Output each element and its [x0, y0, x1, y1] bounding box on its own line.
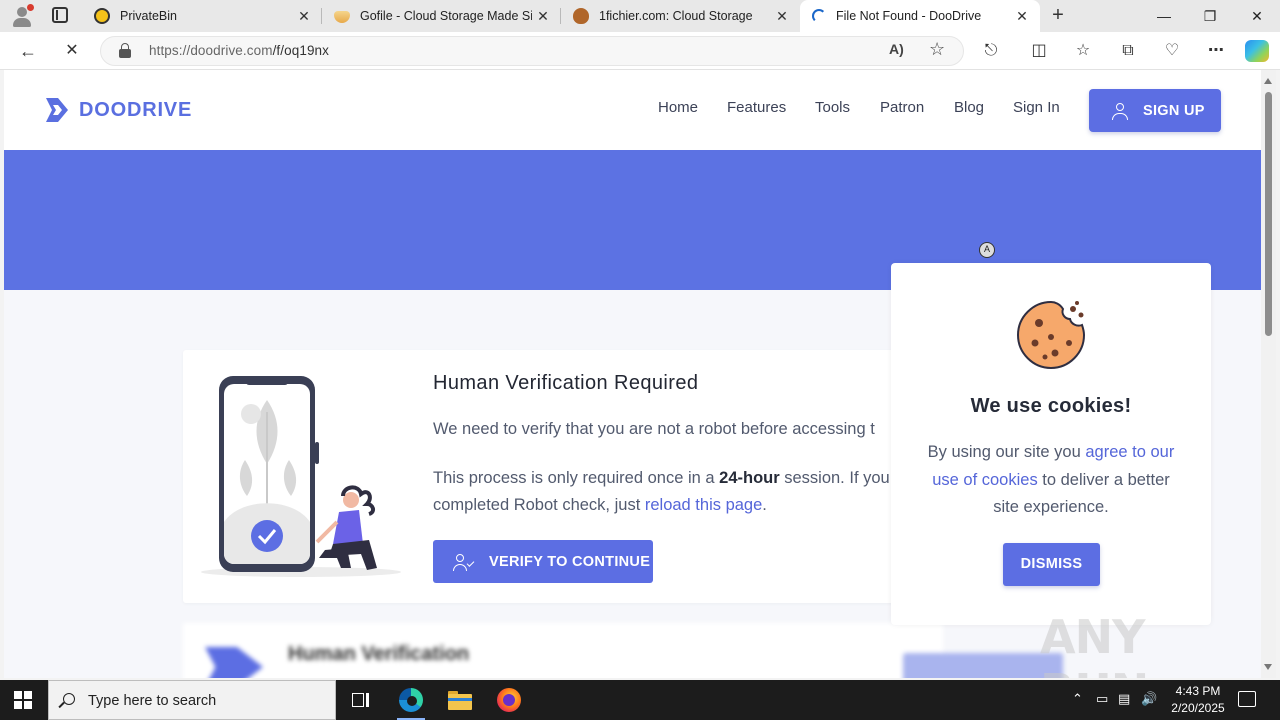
vertical-scrollbar[interactable] — [1261, 70, 1276, 678]
cookie-consent-popup: We use cookies! By using our site you ag… — [891, 263, 1211, 625]
volume-icon[interactable]: 🔊 — [1141, 691, 1157, 707]
phone-verification-illustration — [201, 376, 401, 577]
site-header: DOODRIVE Home Features Tools Patron Blog… — [4, 70, 1261, 150]
browser-tab-privatebin[interactable]: PrivateBin ✕ — [82, 0, 322, 32]
logo-text: DOODRIVE — [79, 98, 193, 121]
scroll-up-arrow-icon[interactable] — [1264, 78, 1272, 84]
scroll-down-arrow-icon[interactable] — [1264, 664, 1272, 670]
task-view-icon[interactable] — [346, 686, 374, 714]
extensions-icon[interactable]: ⎋ — [980, 40, 1002, 62]
copilot-icon[interactable] — [1245, 40, 1269, 62]
sign-up-label: SIGN UP — [1143, 102, 1205, 119]
site-logo[interactable]: DOODRIVE — [44, 96, 192, 124]
blurred-verification-card: Human Verification — [183, 623, 1063, 678]
favorite-star-icon[interactable]: ☆ — [929, 39, 945, 60]
1fichier-favicon-icon — [573, 8, 589, 24]
file-explorer-icon[interactable] — [446, 686, 474, 714]
network-icon[interactable]: ▤ — [1118, 691, 1130, 707]
tab-title: File Not Found - DooDrive — [836, 9, 982, 23]
split-screen-icon[interactable]: ◫ — [1028, 40, 1050, 62]
search-placeholder: Type here to search — [88, 693, 217, 709]
lock-icon[interactable] — [119, 43, 131, 58]
doodrive-logo-icon — [46, 98, 68, 122]
tab-title: Gofile - Cloud Storage Made Sim — [360, 9, 532, 23]
user-check-icon — [453, 553, 475, 571]
reload-page-link[interactable]: reload this page — [645, 496, 762, 514]
doodrive-logo-icon — [205, 647, 263, 678]
tab-close-icon[interactable]: ✕ — [296, 8, 312, 24]
windows-taskbar: Type here to search ⌃ ▭ ▤ 🔊 4:43 PM 2/20… — [0, 680, 1280, 720]
firefox-icon[interactable] — [495, 686, 523, 714]
page-viewport: DOODRIVE Home Features Tools Patron Blog… — [4, 70, 1261, 678]
nav-patron[interactable]: Patron — [880, 99, 924, 116]
nav-home[interactable]: Home — [658, 99, 698, 116]
cookie-title: We use cookies! — [970, 395, 1132, 417]
tab-actions-icon[interactable] — [52, 7, 68, 23]
anyrun-watermark: ANY RUN — [1040, 610, 1149, 678]
clock-date: 2/20/2025 — [1171, 701, 1225, 715]
sign-up-button[interactable]: SIGN UP — [1089, 89, 1221, 132]
more-menu-icon[interactable]: ⋯ — [1205, 40, 1227, 62]
verify-to-continue-button[interactable]: VERIFY TO CONTINUE — [433, 540, 653, 583]
stop-loading-icon[interactable]: ✕ — [58, 38, 86, 64]
search-icon — [63, 693, 75, 705]
address-bar[interactable]: https://doodrive.com/f/oq19nx A) ☆ — [100, 36, 964, 66]
scrollbar-thumb[interactable] — [1265, 92, 1272, 336]
battery-icon[interactable]: ▭ — [1096, 691, 1108, 707]
blurred-button — [903, 653, 1063, 678]
minimize-button[interactable]: — — [1141, 0, 1187, 32]
browser-essentials-icon[interactable]: ♡ — [1161, 40, 1183, 62]
browser-tab-1fichier[interactable]: 1fichier.com: Cloud Storage ✕ — [561, 0, 800, 32]
new-tab-button[interactable]: + — [1046, 4, 1070, 28]
read-aloud-icon[interactable]: A) — [889, 41, 904, 57]
tab-close-icon[interactable]: ✕ — [535, 8, 551, 24]
maximize-button[interactable]: ❐ — [1187, 0, 1233, 32]
gofile-favicon-icon — [334, 11, 350, 23]
verification-title: Human Verification Required — [433, 372, 699, 394]
verification-note: This process is only required once in a … — [433, 469, 890, 514]
accessibility-icon[interactable]: A — [979, 242, 995, 258]
tab-close-icon[interactable]: ✕ — [774, 8, 790, 24]
show-hidden-icons-chevron-icon[interactable]: ⌃ — [1072, 691, 1083, 707]
back-arrow-icon[interactable]: ← — [14, 38, 42, 64]
window-close-button[interactable]: ✕ — [1234, 0, 1280, 32]
blurred-card-title: Human Verification — [288, 643, 470, 665]
favorites-icon[interactable]: ☆ — [1072, 40, 1094, 62]
cookie-icon — [1016, 300, 1086, 370]
edge-taskbar-icon[interactable] — [397, 686, 425, 720]
nav-sign-in[interactable]: Sign In — [1013, 99, 1060, 116]
verification-text: We need to verify that you are not a rob… — [433, 420, 875, 438]
taskbar-search-box[interactable]: Type here to search — [48, 680, 336, 720]
nav-tools[interactable]: Tools — [815, 99, 850, 116]
notification-center-icon[interactable] — [1238, 691, 1256, 707]
tab-title: PrivateBin — [120, 9, 177, 23]
nav-features[interactable]: Features — [727, 99, 786, 116]
verification-card: Human Verification Required We need to v… — [183, 350, 943, 603]
url-text[interactable]: https://doodrive.com/f/oq19nx — [149, 43, 329, 58]
system-clock[interactable]: 4:43 PM 2/20/2025 — [1160, 683, 1236, 717]
windows-start-icon[interactable] — [14, 691, 32, 709]
browser-tab-gofile[interactable]: Gofile - Cloud Storage Made Sim ✕ — [322, 0, 561, 32]
dismiss-cookie-button[interactable]: DISMISS — [1003, 543, 1100, 586]
user-icon — [1111, 102, 1129, 120]
verify-label: VERIFY TO CONTINUE — [489, 553, 651, 570]
cookie-message: By using our site you agree to our use o… — [927, 443, 1175, 516]
clock-time: 4:43 PM — [1175, 684, 1221, 698]
browser-tab-doodrive[interactable]: File Not Found - DooDrive ✕ — [800, 0, 1040, 32]
profile-icon[interactable] — [10, 4, 34, 28]
tab-close-icon[interactable]: ✕ — [1014, 8, 1030, 24]
browser-tab-bar: PrivateBin ✕ Gofile - Cloud Storage Made… — [0, 0, 1280, 32]
tab-title: 1fichier.com: Cloud Storage — [599, 9, 753, 23]
privatebin-favicon-icon — [94, 8, 110, 24]
loading-spinner-icon — [812, 9, 826, 23]
nav-blog[interactable]: Blog — [954, 99, 984, 116]
address-toolbar: ← ✕ https://doodrive.com/f/oq19nx A) ☆ ⎋… — [0, 32, 1280, 70]
collections-icon[interactable]: ⧉ — [1117, 40, 1139, 62]
